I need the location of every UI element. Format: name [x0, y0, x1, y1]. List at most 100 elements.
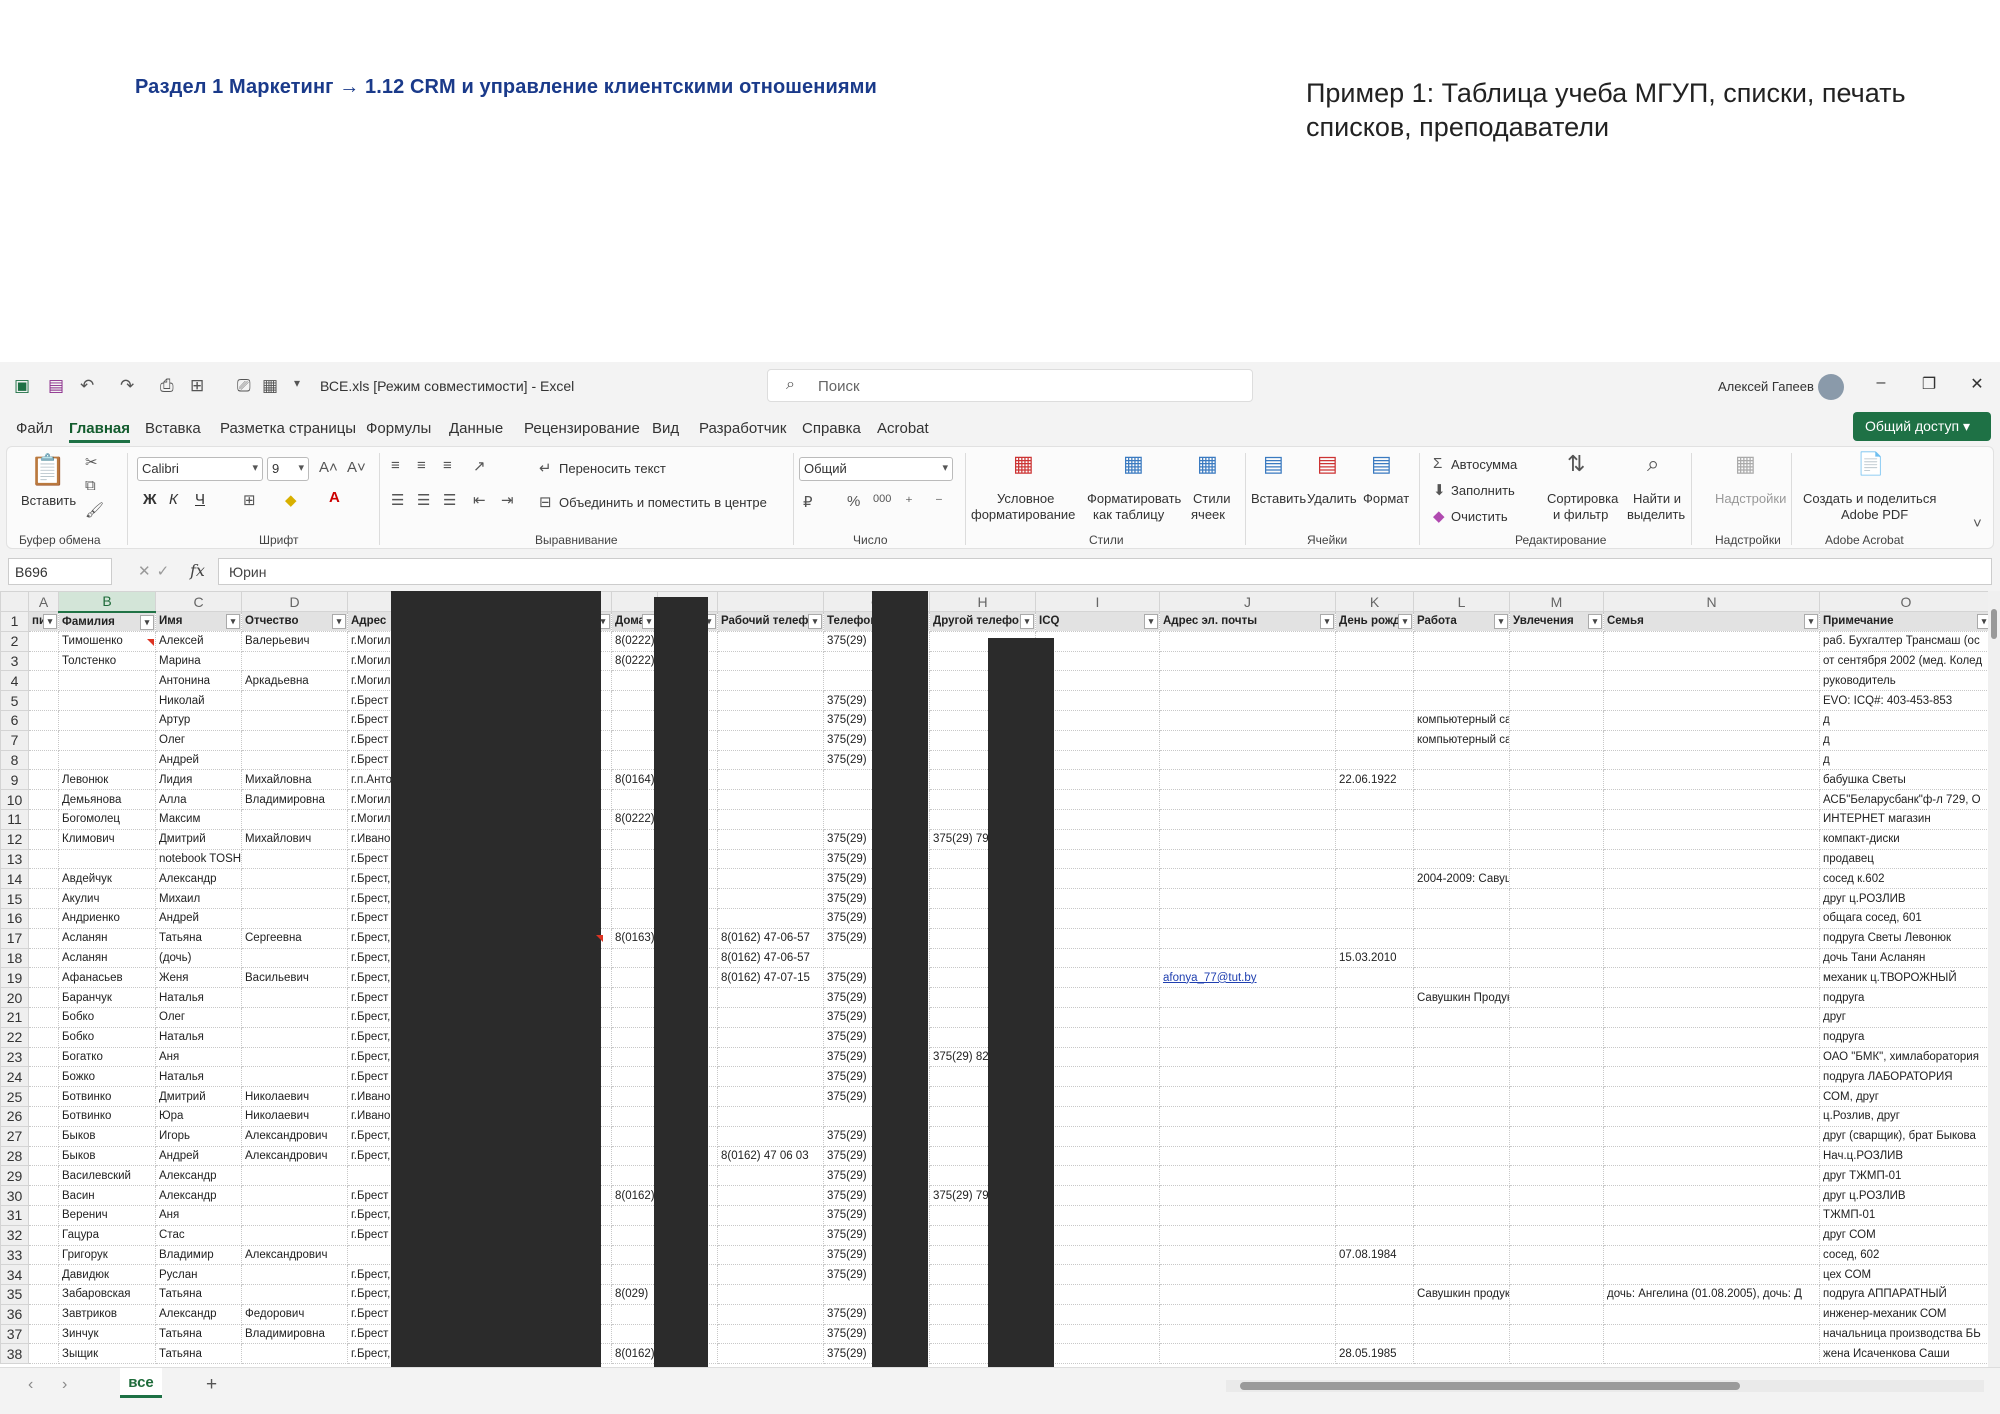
column-header[interactable] [611, 591, 658, 612]
table-cell[interactable] [1335, 1185, 1414, 1206]
table-cell[interactable] [1035, 828, 1160, 850]
table-cell[interactable] [1335, 789, 1414, 810]
table-cell[interactable]: Валерьевич [241, 630, 348, 652]
table-cell[interactable] [611, 967, 658, 989]
table-cell[interactable] [1509, 1323, 1604, 1345]
table-cell[interactable] [1603, 630, 1820, 652]
column-header[interactable]: I [1035, 591, 1160, 612]
table-cell[interactable]: ц.Розлив, друг [1819, 1105, 1988, 1127]
table-cell[interactable] [1603, 769, 1820, 791]
cancel-confirm-icons[interactable]: ✕✓ [138, 562, 175, 580]
table-cell[interactable] [611, 1224, 658, 1246]
table-cell[interactable]: Бобко [58, 1026, 156, 1048]
table-cell[interactable]: Андриенко [58, 907, 156, 929]
paste-icon[interactable]: 📋 [29, 453, 66, 488]
table-cell[interactable]: Толстенко [58, 650, 156, 672]
table-cell[interactable]: механик ц.ТВОРОЖНЫЙ [1819, 967, 1988, 989]
table-cell[interactable] [1159, 1125, 1336, 1147]
table-cell[interactable]: Максим [155, 808, 242, 830]
row-header[interactable]: 12 [0, 828, 29, 850]
row-header[interactable]: 10 [0, 789, 29, 810]
underline-button[interactable]: Ч [195, 491, 205, 508]
tab-formulas[interactable]: Формулы [366, 420, 431, 437]
clear-button[interactable]: Очистить [1451, 509, 1508, 524]
column-header[interactable]: B [58, 591, 156, 613]
row-header[interactable]: 34 [0, 1264, 29, 1286]
table-cell[interactable] [1509, 749, 1604, 771]
table-cell[interactable]: Алексей [155, 630, 242, 652]
table-cell[interactable]: Николай [155, 690, 242, 711]
table-cell[interactable] [1335, 1125, 1414, 1147]
tab-help[interactable]: Справка [802, 420, 861, 437]
table-cell[interactable] [28, 828, 59, 850]
row-header[interactable]: 33 [0, 1244, 29, 1266]
table-cell[interactable] [28, 1006, 59, 1028]
table-cell[interactable] [1035, 808, 1160, 830]
table-cell[interactable] [1035, 848, 1160, 870]
format-cells-icon[interactable]: ▤ [1371, 451, 1392, 477]
row-header[interactable]: 3 [0, 650, 29, 672]
filter-header-cell[interactable]: Имя [155, 611, 242, 632]
table-cell[interactable] [28, 630, 59, 652]
table-cell[interactable] [1035, 1185, 1160, 1206]
table-cell[interactable] [717, 1125, 824, 1147]
table-cell[interactable] [1159, 709, 1336, 731]
row-header[interactable]: 30 [0, 1185, 29, 1206]
table-cell[interactable] [1159, 670, 1336, 692]
collapse-ribbon-icon[interactable]: ˅ [1973, 515, 1982, 532]
table-cell[interactable] [28, 690, 59, 711]
table-cell[interactable] [1509, 1046, 1604, 1068]
table-cell[interactable] [1413, 1244, 1510, 1266]
row-header[interactable]: 28 [0, 1145, 29, 1167]
table-cell[interactable] [1035, 1323, 1160, 1345]
table-cell[interactable] [611, 1264, 658, 1286]
table-cell[interactable]: Татьяна [155, 1284, 242, 1305]
table-cell[interactable]: Баранчук [58, 987, 156, 1008]
table-cell[interactable]: цех СОМ [1819, 1264, 1988, 1286]
fill-icon[interactable]: ⬇ [1433, 481, 1446, 499]
table-cell[interactable]: раб. Бухгалтер Трансмаш (ос [1819, 630, 1988, 652]
table-cell[interactable] [1335, 690, 1414, 711]
table-cell[interactable] [241, 1026, 348, 1048]
table-cell[interactable] [1603, 848, 1820, 870]
addins-icon[interactable]: ▦ [1735, 451, 1756, 477]
filter-header-cell[interactable]: пи [28, 611, 59, 632]
table-cell[interactable] [1603, 967, 1820, 989]
table-cell[interactable] [241, 808, 348, 830]
table-cell[interactable] [717, 1264, 824, 1286]
row-header[interactable]: 4 [0, 670, 29, 692]
table-cell[interactable]: Александр [155, 1303, 242, 1325]
next-sheet-icon[interactable]: › [62, 1376, 67, 1394]
table-cell[interactable]: 8(0164) [611, 769, 658, 791]
table-cell[interactable]: Антонина [155, 670, 242, 692]
table-cell[interactable] [1509, 1086, 1604, 1107]
table-cell[interactable]: Артур [155, 709, 242, 731]
row-header[interactable]: 1 [0, 611, 29, 632]
table-cell[interactable] [1413, 670, 1510, 692]
table-cell[interactable]: Татьяна [155, 927, 242, 949]
conditional-formatting-label1[interactable]: Условное [997, 491, 1054, 506]
table-cell[interactable]: Владимировна [241, 789, 348, 810]
table-cell[interactable]: Михаил [155, 888, 242, 909]
table-cell[interactable] [241, 1165, 348, 1187]
table-cell[interactable]: ТЖМП-01 [1819, 1204, 1988, 1226]
user-name[interactable]: Алексей Гапеев [1718, 379, 1814, 394]
tab-insert[interactable]: Вставка [145, 420, 201, 437]
search-box[interactable]: ⌕ Поиск [767, 369, 1253, 402]
format-cells-button[interactable]: Формат [1363, 491, 1409, 506]
table-cell[interactable]: друг ТЖМП-01 [1819, 1165, 1988, 1187]
row-header[interactable]: 21 [0, 1006, 29, 1028]
table-cell[interactable] [1413, 1224, 1510, 1246]
table-cell[interactable] [1603, 1303, 1820, 1325]
format-painter-icon[interactable]: 🖌 [85, 501, 104, 519]
table-cell[interactable] [1335, 967, 1414, 989]
row-header[interactable]: 29 [0, 1165, 29, 1187]
table-cell[interactable] [1335, 1204, 1414, 1226]
table-cell[interactable]: Женя [155, 967, 242, 989]
table-cell[interactable]: 8(0222) [611, 808, 658, 830]
table-cell[interactable] [28, 650, 59, 672]
table-cell[interactable] [1159, 1185, 1336, 1206]
table-cell[interactable] [28, 769, 59, 791]
merge-center-button[interactable]: Объединить и поместить в центре [559, 495, 767, 510]
table-cell[interactable] [1509, 987, 1604, 1008]
